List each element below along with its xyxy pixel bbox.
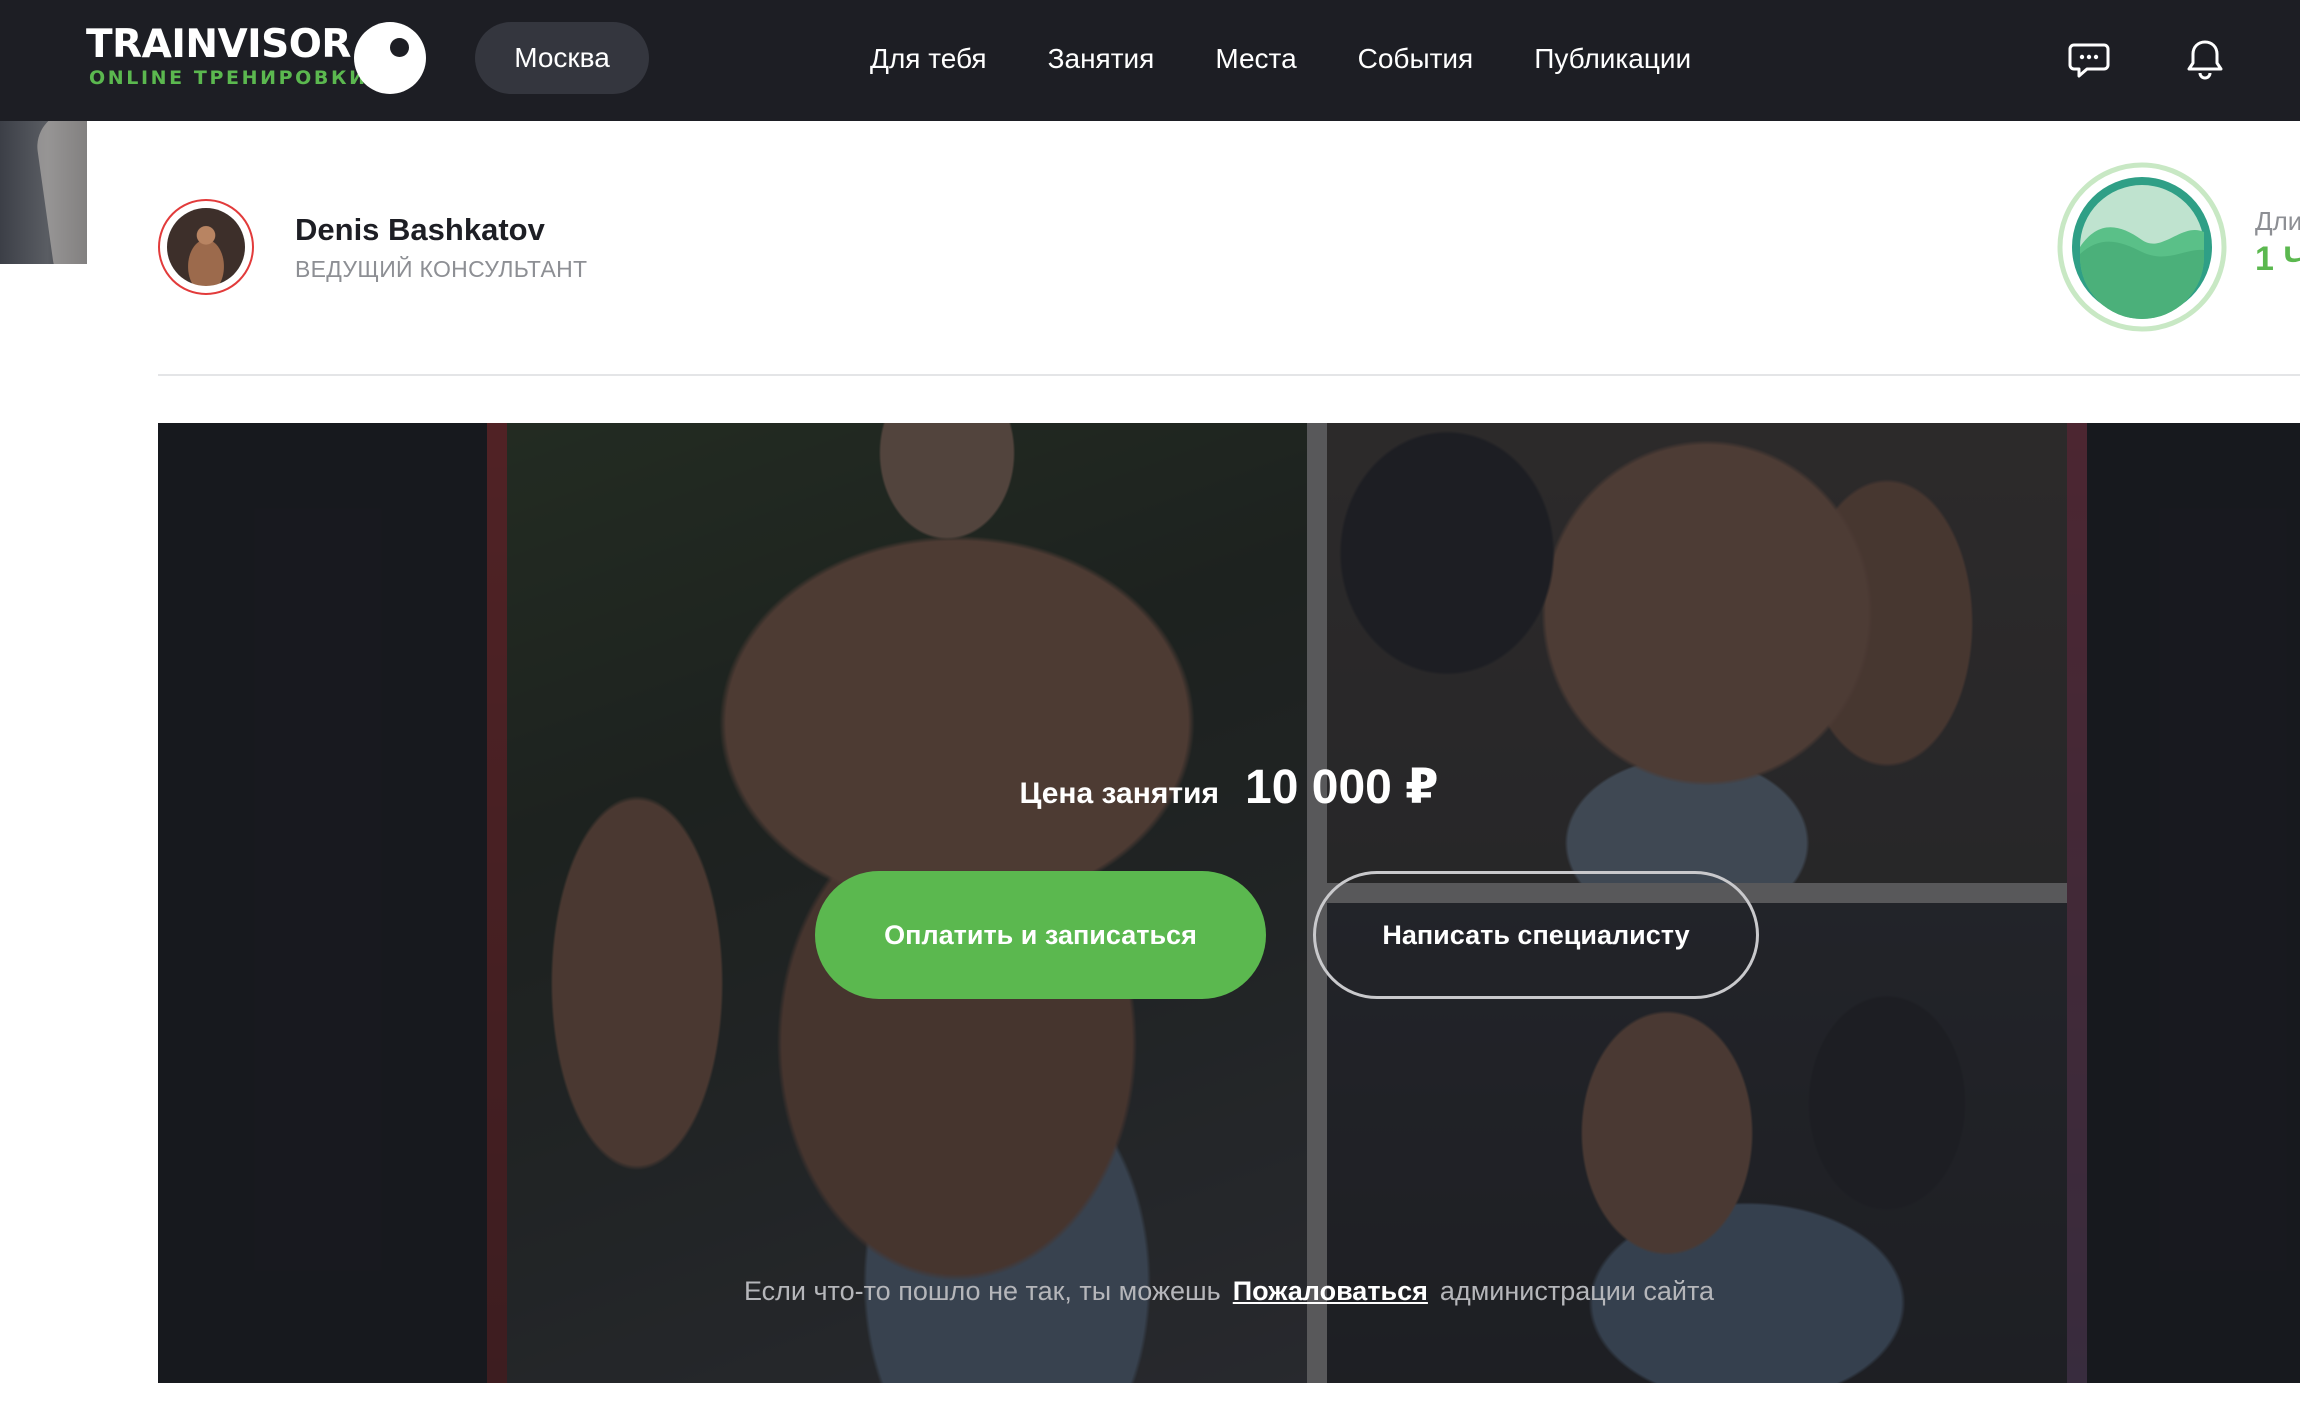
report-notice: Если что-то пошло не так, ты можешь Пожал…	[158, 1271, 2300, 1311]
side-photo-thumbnail[interactable]	[0, 121, 87, 264]
nav-item-classes[interactable]: Занятия	[1048, 36, 1155, 82]
trainer-role: ВЕДУЩИЙ КОНСУЛЬТАНТ	[295, 256, 588, 282]
duration-label: Дли	[2255, 206, 2300, 236]
report-prefix: Если что-то пошло не так, ты можешь	[743, 1276, 1221, 1306]
duration-value: 1 Ч	[2255, 240, 2300, 278]
main-nav: Для тебя Занятия Места События Публикаци…	[870, 36, 1752, 82]
report-link[interactable]: Пожаловаться	[1233, 1276, 1428, 1306]
price-block: Цена занятия 10 000 ₽	[158, 759, 2300, 829]
class-hero-banner: Цена занятия 10 000 ₽ Оплатить и записат…	[158, 423, 2300, 1383]
price-label: Цена занятия	[1019, 777, 1220, 810]
eye-logo-icon	[354, 22, 426, 94]
trainer-avatar[interactable]	[158, 199, 254, 295]
logo-title: TRAINVISOR	[86, 22, 351, 67]
pay-and-enroll-button[interactable]: Оплатить и записаться	[815, 871, 1266, 999]
price-value: 10 000 ₽	[1245, 761, 1439, 814]
trainvisor-logo[interactable]: TRAINVISOR ONLINE ТРЕНИРОВКИ	[86, 22, 436, 98]
nav-item-for-you[interactable]: Для тебя	[870, 36, 987, 82]
bell-icon[interactable]	[2182, 36, 2228, 82]
trainer-name[interactable]: Denis Bashkatov	[295, 210, 545, 250]
logo-tagline: ONLINE ТРЕНИРОВКИ	[89, 67, 368, 89]
nav-item-publications[interactable]: Публикации	[1534, 36, 1691, 82]
top-navbar: TRAINVISOR ONLINE ТРЕНИРОВКИ Москва Для …	[0, 0, 2300, 121]
report-suffix: администрации сайта	[1439, 1276, 1715, 1306]
message-specialist-button[interactable]: Написать специалисту	[1313, 871, 1759, 999]
header-divider	[158, 374, 2300, 376]
chat-icon[interactable]	[2066, 36, 2112, 82]
duration-icon	[2057, 162, 2227, 332]
nav-item-events[interactable]: События	[1358, 36, 1474, 82]
trainer-photo	[167, 208, 245, 286]
city-selector-button[interactable]: Москва	[475, 22, 649, 94]
nav-item-places[interactable]: Места	[1215, 36, 1296, 82]
